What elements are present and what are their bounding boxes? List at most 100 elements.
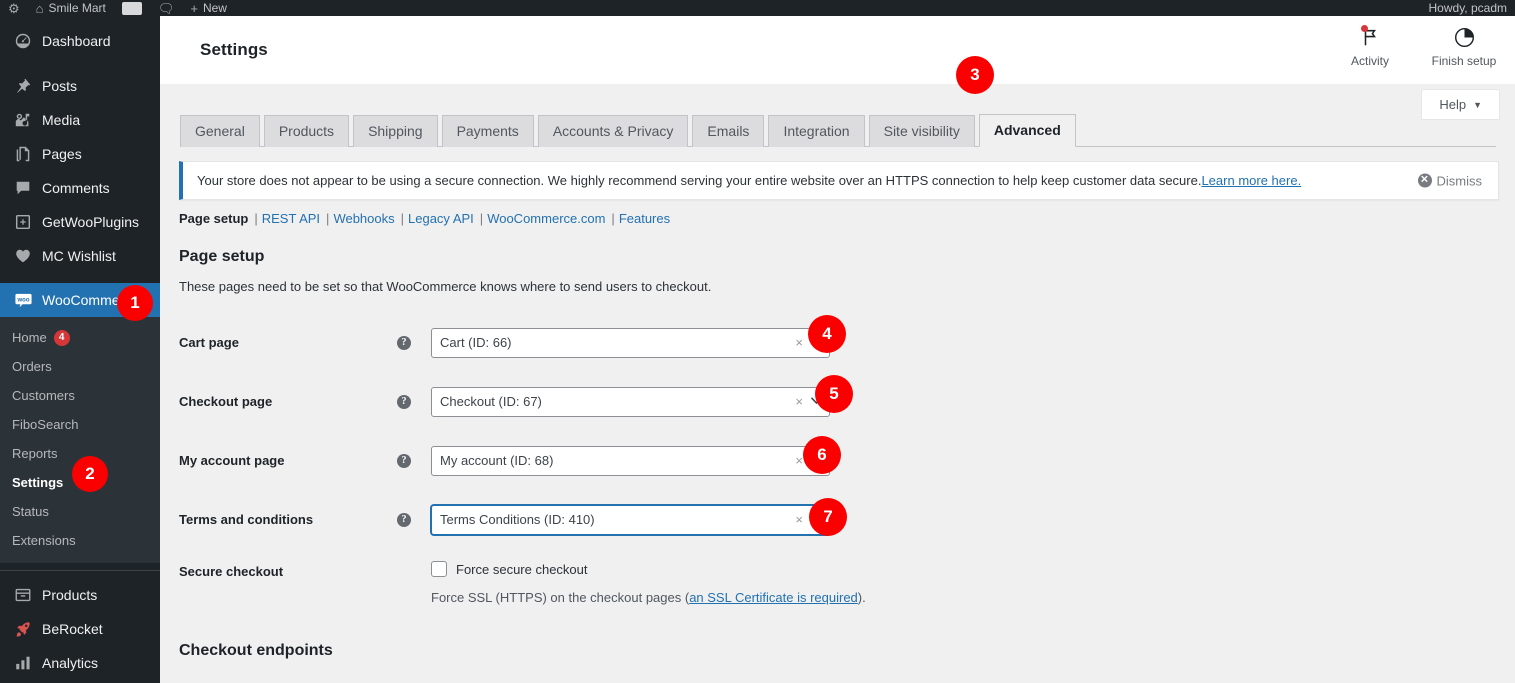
new-content-item[interactable]: + New: [190, 1, 227, 15]
subnav-features[interactable]: Features: [619, 211, 670, 226]
sidebar-item-analytics[interactable]: Analytics: [0, 646, 160, 680]
woocommerce-submenu[interactable]: Home 4 Orders Customers FiboSearch Repor…: [0, 317, 160, 563]
help-tip-icon[interactable]: ?: [397, 453, 411, 468]
learn-more-link[interactable]: Learn more here.: [1201, 173, 1301, 188]
help-tip-icon[interactable]: ?: [397, 394, 411, 409]
terms-and-conditions-select[interactable]: Terms Conditions (ID: 410) ×: [431, 504, 830, 535]
force-secure-checkout-label[interactable]: Force secure checkout: [456, 562, 588, 577]
submenu-item-label: Extensions: [12, 533, 76, 548]
my-account-page-select[interactable]: My account (ID: 68) ×: [431, 445, 830, 476]
subnav-legacy-api[interactable]: Legacy API: [408, 211, 474, 226]
site-name-item[interactable]: ⌂ Smile Mart: [36, 1, 106, 15]
subnav-rest-api[interactable]: REST API: [262, 211, 320, 226]
submenu-item-fibosearch[interactable]: FiboSearch: [0, 410, 160, 439]
submenu-item-label: Status: [12, 504, 49, 519]
force-secure-checkout-line: Force secure checkout: [431, 561, 866, 577]
checkout-page-select[interactable]: Checkout (ID: 67) ×: [431, 386, 830, 417]
sidebar-item-comments[interactable]: Comments: [0, 171, 160, 205]
menu-divider: [0, 570, 160, 571]
flag-icon: [1361, 24, 1379, 50]
submenu-item-label: Home: [12, 330, 47, 345]
sidebar-item-berocket[interactable]: BeRocket: [0, 612, 160, 646]
comments-bubble-icon[interactable]: 🗨: [158, 2, 175, 15]
advanced-subnav[interactable]: Page setup | REST API | Webhooks | Legac…: [179, 211, 1515, 226]
subnav-woocommerce-com[interactable]: WooCommerce.com: [487, 211, 605, 226]
sidebar-item-media[interactable]: Media: [0, 103, 160, 137]
submenu-item-customers[interactable]: Customers: [0, 381, 160, 410]
form-row-terms-and-conditions: Terms and conditions ? Terms Conditions …: [179, 490, 1079, 549]
submenu-item-orders[interactable]: Orders: [0, 352, 160, 381]
home-count-badge: 4: [53, 329, 70, 346]
submenu-item-home[interactable]: Home 4: [0, 323, 160, 352]
sidebar-item-getwooplugins[interactable]: GetWooPlugins: [0, 205, 160, 239]
secure-checkout-label: Secure checkout: [179, 564, 284, 579]
close-icon: ✕: [1417, 173, 1432, 188]
tab-shipping[interactable]: Shipping: [353, 115, 438, 147]
sidebar-item-label: WooCommerce: [42, 292, 139, 308]
tab-site-visibility[interactable]: Site visibility: [868, 115, 975, 147]
chevron-down-icon: [810, 514, 823, 526]
activity-button[interactable]: Activity: [1337, 24, 1403, 68]
subnav-page-setup[interactable]: Page setup: [179, 211, 248, 226]
help-tip-icon[interactable]: ?: [397, 512, 411, 527]
clear-selection-icon[interactable]: ×: [795, 453, 803, 468]
sidebar-item-label: Pages: [42, 146, 82, 162]
tab-emails[interactable]: Emails: [692, 115, 765, 147]
sidebar-item-woocommerce[interactable]: woo WooCommerce: [0, 283, 160, 317]
header-actions[interactable]: Activity Finish setup: [1337, 24, 1497, 68]
submenu-item-label: Settings: [12, 475, 64, 490]
sidebar-item-mc-wishlist[interactable]: MC Wishlist: [0, 239, 160, 273]
force-secure-checkout-checkbox[interactable]: [431, 561, 447, 577]
woo-icon: woo: [12, 291, 34, 310]
sidebar-item-label: MC Wishlist: [42, 248, 116, 264]
sidebar-item-posts[interactable]: Posts: [0, 69, 160, 103]
dismiss-button[interactable]: ✕ Dismiss: [1417, 173, 1482, 188]
admin-sidebar[interactable]: Dashboard Posts Media Pages Comments Get…: [0, 16, 160, 683]
page-setup-form: Cart page ? Cart (ID: 66) × Checkout pag…: [179, 313, 1079, 549]
my-account-page-label: My account page: [179, 453, 285, 468]
tab-products[interactable]: Products: [263, 115, 350, 147]
subnav-webhooks[interactable]: Webhooks: [333, 211, 394, 226]
tab-advanced[interactable]: Advanced: [978, 114, 1076, 147]
submenu-item-reports[interactable]: Reports: [0, 439, 160, 468]
sidebar-item-label: Products: [42, 587, 98, 603]
tab-accounts-privacy[interactable]: Accounts & Privacy: [537, 115, 689, 147]
howdy-label[interactable]: Howdy, pcadm: [1429, 1, 1507, 15]
sidebar-item-dashboard[interactable]: Dashboard: [0, 24, 160, 58]
clear-selection-icon[interactable]: ×: [795, 512, 803, 527]
chevron-down-icon: [810, 455, 823, 467]
desc-prefix: Force SSL (HTTPS) on the checkout pages …: [431, 590, 690, 605]
clear-selection-icon[interactable]: ×: [795, 394, 803, 409]
updates-pill[interactable]: [121, 1, 142, 15]
pin-icon: [12, 77, 34, 95]
products-icon: [12, 586, 34, 604]
ssl-certificate-link[interactable]: an SSL Certificate is required: [689, 590, 858, 605]
secure-checkout-controls: Force secure checkout Force SSL (HTTPS) …: [431, 561, 866, 605]
notice-text: Your store does not appear to be using a…: [197, 173, 1202, 188]
my-account-page-value: My account (ID: 68): [440, 453, 554, 468]
finish-setup-button[interactable]: Finish setup: [1431, 24, 1497, 68]
clear-selection-icon[interactable]: ×: [795, 335, 803, 350]
submenu-item-extensions[interactable]: Extensions: [0, 526, 160, 555]
wp-admin-bar[interactable]: ⚙ ⌂ Smile Mart 🗨 + New Howdy, pcadm: [0, 0, 1515, 16]
wp-logo-icon[interactable]: ⚙: [8, 2, 20, 15]
terms-and-conditions-label: Terms and conditions: [179, 512, 314, 527]
submenu-item-label: Customers: [12, 388, 75, 403]
cart-page-select[interactable]: Cart (ID: 66) ×: [431, 327, 830, 358]
sidebar-item-products[interactable]: Products: [0, 578, 160, 612]
tab-general[interactable]: General: [180, 115, 260, 147]
tab-payments[interactable]: Payments: [441, 115, 534, 147]
settings-tabs[interactable]: General Products Shipping Payments Accou…: [180, 113, 1496, 147]
sidebar-item-pages[interactable]: Pages: [0, 137, 160, 171]
sidebar-item-label: Analytics: [42, 655, 99, 671]
comments-icon: [12, 179, 34, 197]
tab-integration[interactable]: Integration: [768, 115, 865, 147]
progress-circle-icon: [1454, 24, 1475, 50]
media-icon: [12, 111, 34, 129]
submenu-item-status[interactable]: Status: [0, 497, 160, 526]
help-tip-icon[interactable]: ?: [397, 335, 411, 350]
activity-dot: [1361, 25, 1368, 32]
heart-icon: [12, 247, 34, 265]
submenu-item-settings[interactable]: Settings: [0, 468, 160, 497]
admin-bar-right[interactable]: Howdy, pcadm: [1429, 1, 1507, 15]
